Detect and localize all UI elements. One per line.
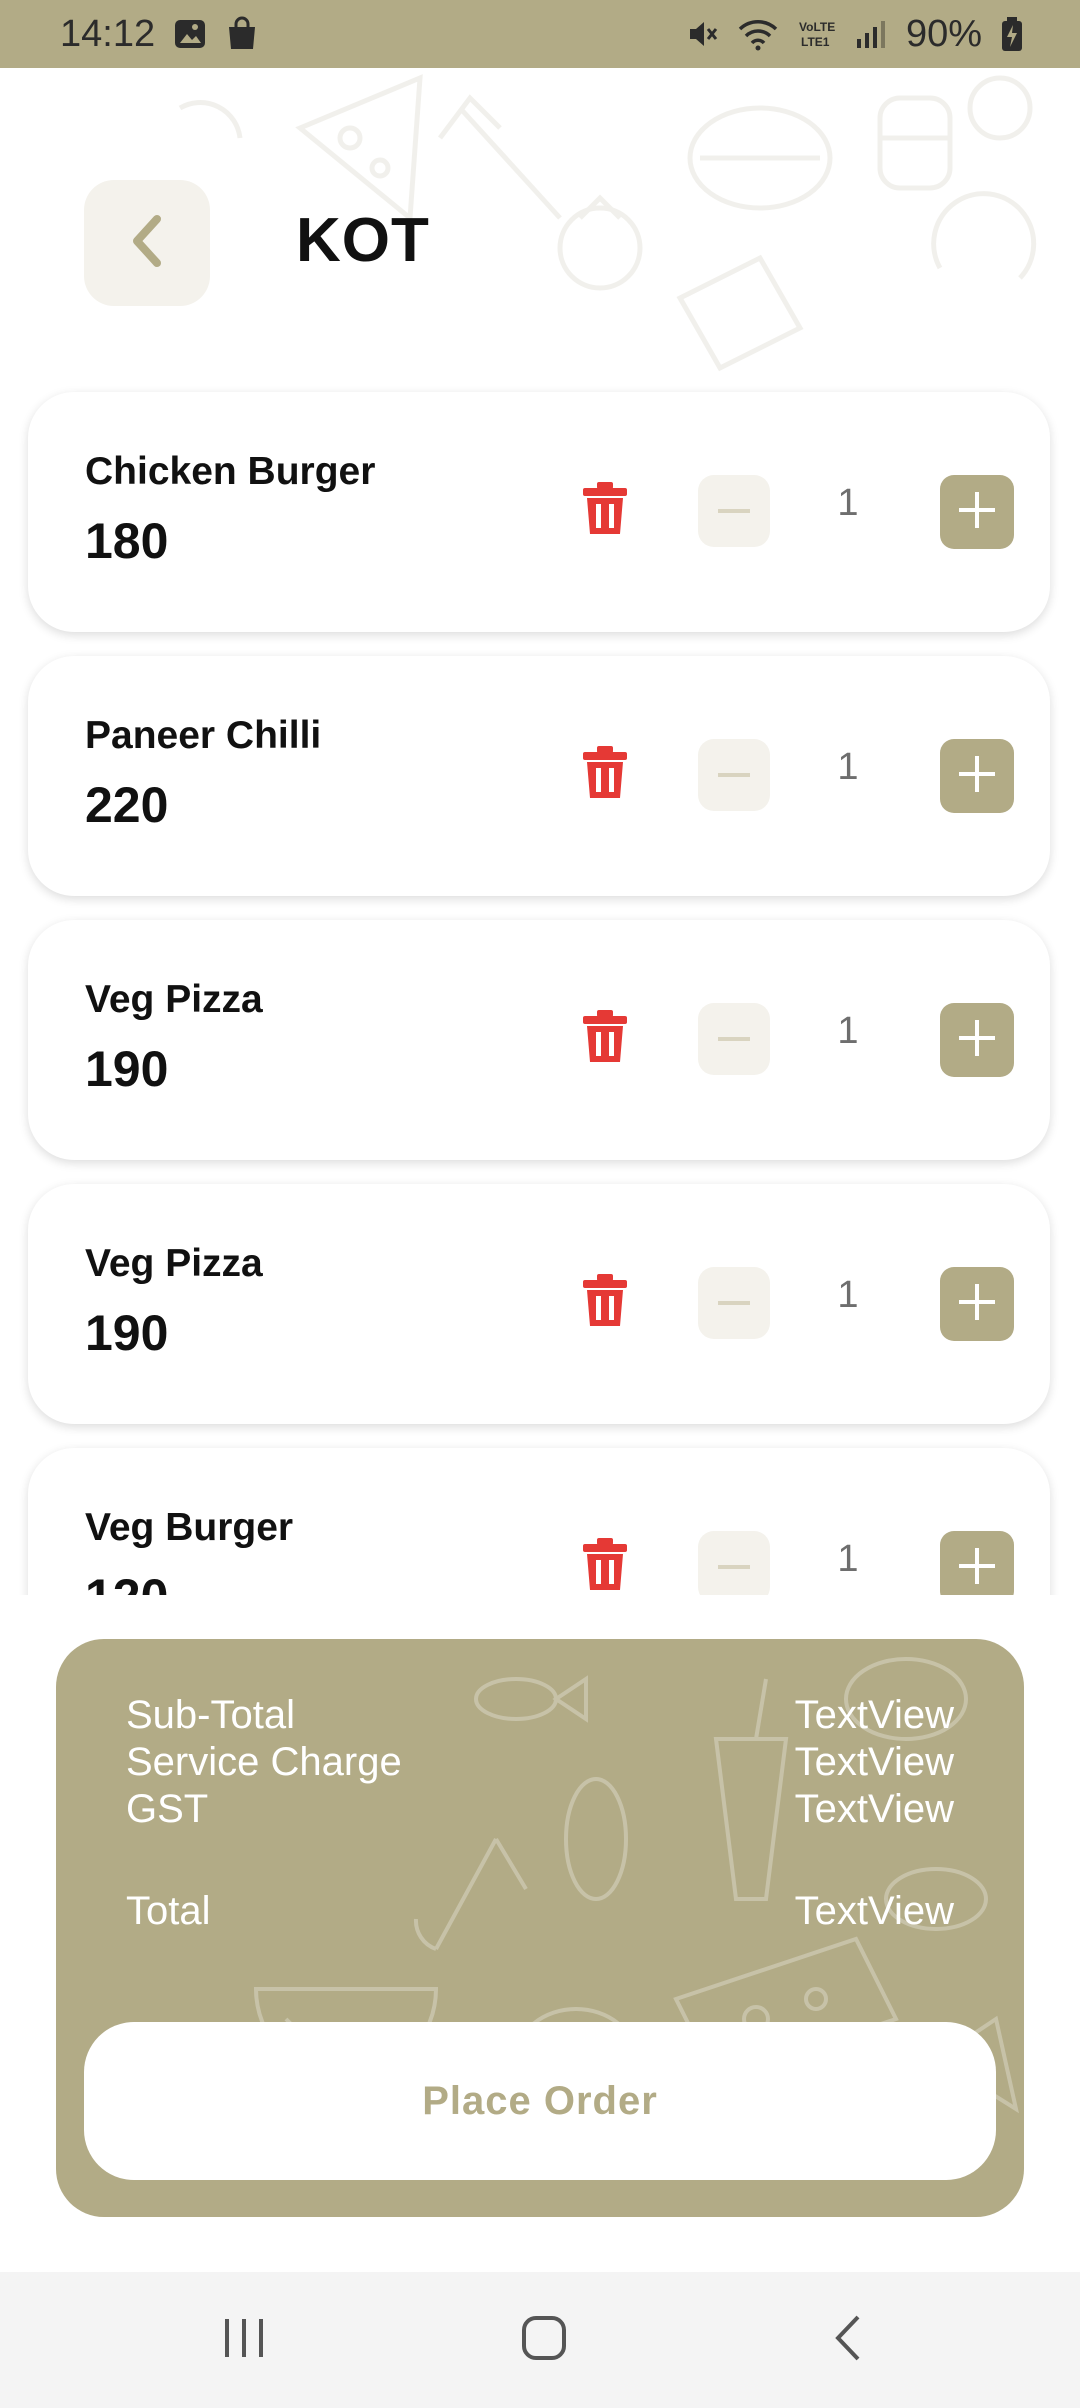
total-value: TextView: [794, 1889, 954, 1933]
gst-row: GST TextView: [126, 1787, 954, 1832]
status-time: 14:12: [60, 12, 156, 55]
recent-apps-button[interactable]: [214, 2310, 274, 2370]
delete-item-button[interactable]: [573, 1006, 637, 1070]
trash-icon: [581, 744, 629, 805]
trash-icon: [581, 1272, 629, 1333]
shopping-bag-icon: [225, 16, 259, 52]
item-price: 190: [85, 1305, 169, 1361]
decrease-qty-button[interactable]: [698, 739, 770, 811]
item-name: Veg Pizza: [85, 978, 263, 1021]
subtotal-row: Sub-Total TextView: [126, 1693, 954, 1738]
signal-icon: [854, 17, 888, 51]
item-name: Paneer Chilli: [85, 714, 322, 757]
trash-icon: [581, 1536, 629, 1596]
chevron-left-icon: [127, 213, 167, 274]
delete-item-button[interactable]: [573, 1534, 637, 1595]
item-price: 120: [85, 1568, 168, 1595]
system-navigation-bar: [0, 2272, 1080, 2408]
service-charge-label: Service Charge: [126, 1740, 402, 1784]
volte-icon: VoLTE LTE1: [796, 17, 836, 51]
recents-icon: [221, 2315, 267, 2366]
list-item: Paneer Chilli 220 1: [28, 656, 1050, 896]
home-button[interactable]: [514, 2310, 574, 2370]
item-quantity: 1: [837, 1538, 859, 1580]
item-quantity: 1: [837, 746, 859, 788]
item-price: 190: [85, 1041, 169, 1097]
item-quantity: 1: [837, 1274, 859, 1316]
plus-icon: [957, 1546, 997, 1591]
nav-back-button[interactable]: [818, 2310, 878, 2370]
subtotal-value: TextView: [794, 1693, 954, 1737]
decrease-qty-button[interactable]: [698, 1267, 770, 1339]
delete-item-button[interactable]: [573, 1270, 637, 1334]
trash-icon: [581, 1008, 629, 1069]
kot-item-list[interactable]: Chicken Burger 180 1 Paneer Chilli 220 1: [0, 380, 1080, 1595]
item-name: Veg Pizza: [85, 1242, 263, 1285]
back-button[interactable]: [84, 180, 210, 306]
item-name: Chicken Burger: [85, 450, 376, 493]
mute-icon: [686, 17, 720, 51]
total-row: Total TextView: [126, 1889, 954, 1934]
gallery-icon: [173, 17, 207, 51]
item-price: 220: [85, 777, 169, 833]
svg-text:VoLTE: VoLTE: [799, 20, 835, 34]
increase-qty-button[interactable]: [940, 1531, 1014, 1595]
plus-icon: [957, 490, 997, 535]
item-quantity: 1: [837, 482, 859, 524]
minus-icon: [718, 1294, 750, 1312]
list-item: Veg Pizza 190 1: [28, 1184, 1050, 1424]
battery-percent: 90%: [905, 12, 982, 55]
order-summary-panel: Sub-Total TextView Service Charge TextVi…: [56, 1639, 1024, 2217]
list-item: Veg Pizza 190 1: [28, 920, 1050, 1160]
svg-text:LTE1: LTE1: [801, 35, 830, 49]
decrease-qty-button[interactable]: [698, 1003, 770, 1075]
list-item: Veg Burger 120 1: [28, 1448, 1050, 1595]
list-item: Chicken Burger 180 1: [28, 392, 1050, 632]
plus-icon: [957, 1282, 997, 1327]
delete-item-button[interactable]: [573, 478, 637, 542]
minus-icon: [718, 502, 750, 520]
gst-label: GST: [126, 1787, 209, 1831]
page-title: KOT: [296, 206, 430, 275]
increase-qty-button[interactable]: [940, 739, 1014, 813]
service-charge-row: Service Charge TextView: [126, 1740, 954, 1785]
plus-icon: [957, 1018, 997, 1063]
increase-qty-button[interactable]: [940, 1003, 1014, 1077]
item-name: Veg Burger: [85, 1506, 294, 1549]
item-price: 180: [85, 513, 169, 569]
plus-icon: [957, 754, 997, 799]
increase-qty-button[interactable]: [940, 475, 1014, 549]
home-icon: [519, 2313, 569, 2368]
decrease-qty-button[interactable]: [698, 475, 770, 547]
minus-icon: [718, 1558, 750, 1576]
total-label: Total: [126, 1889, 211, 1933]
delete-item-button[interactable]: [573, 742, 637, 806]
battery-icon: [1000, 16, 1024, 52]
status-bar: 14:12 VoLTE LTE1 90%: [0, 0, 1080, 68]
trash-icon: [581, 480, 629, 541]
decrease-qty-button[interactable]: [698, 1531, 770, 1595]
minus-icon: [718, 1030, 750, 1048]
wifi-icon: [738, 17, 778, 51]
increase-qty-button[interactable]: [940, 1267, 1014, 1341]
back-arrow-icon: [828, 2313, 868, 2368]
item-quantity: 1: [837, 1010, 859, 1052]
service-charge-value: TextView: [794, 1740, 954, 1784]
subtotal-label: Sub-Total: [126, 1693, 295, 1737]
gst-value: TextView: [794, 1787, 954, 1831]
minus-icon: [718, 766, 750, 784]
place-order-button[interactable]: Place Order: [84, 2022, 996, 2180]
